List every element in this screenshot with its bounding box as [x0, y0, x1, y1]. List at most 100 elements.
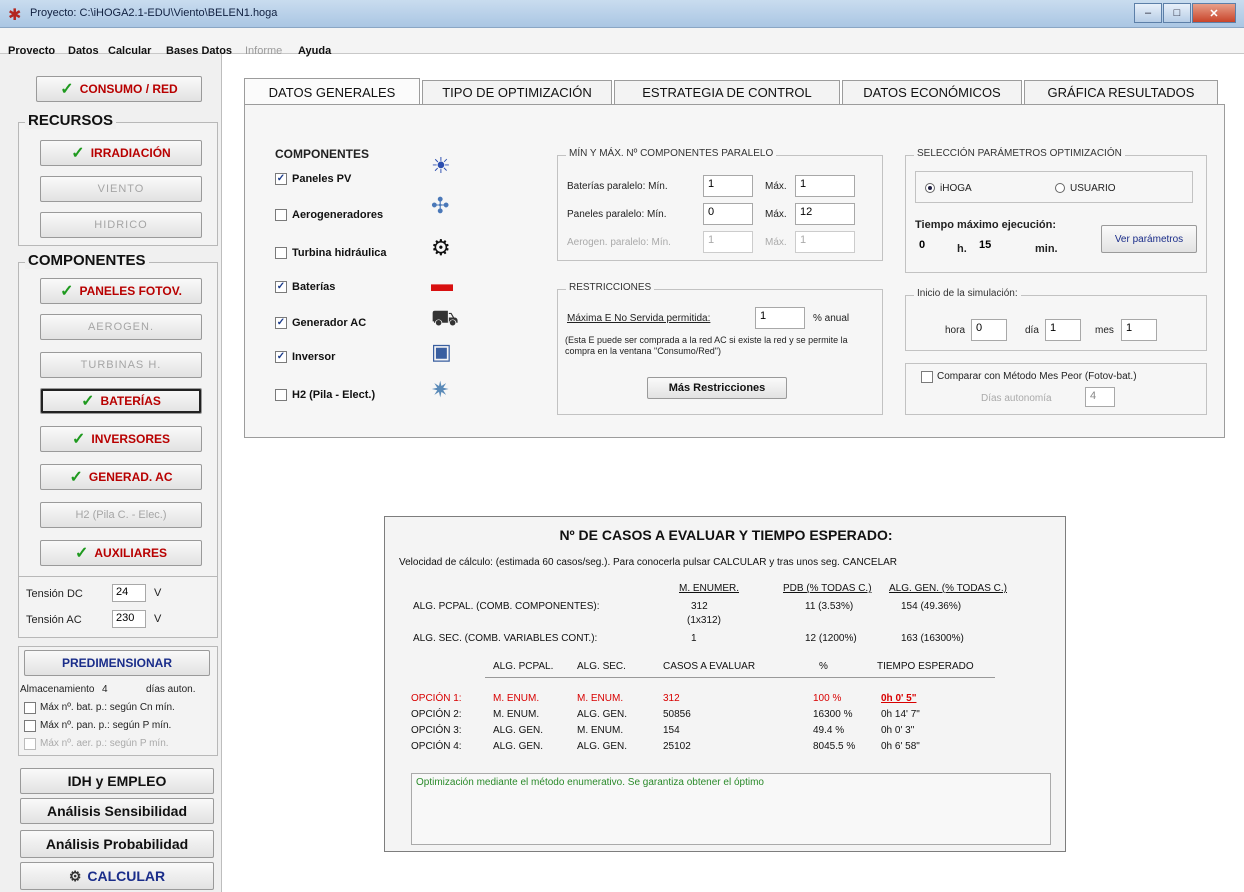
componente-inversor[interactable]: ✓ Inversor — [275, 351, 335, 363]
inversores-button[interactable]: ✓ INVERSORES — [40, 426, 202, 452]
datos-generales-panel: COMPONENTES ✓ Paneles PV Aerogeneradores … — [244, 104, 1225, 438]
inversor-checkbox[interactable]: ✓ — [275, 351, 287, 363]
baterias-button[interactable]: ✓ BATERÍAS — [40, 388, 202, 414]
consumo-red-button[interactable]: ✓ CONSUMO / RED — [36, 76, 202, 102]
almacenamiento-value[interactable]: 4 — [102, 684, 108, 695]
h2-label: H2 (Pila - Elect.) — [292, 389, 376, 401]
inverter-icon: ▣ — [431, 339, 452, 364]
turbinas-button[interactable]: TURBINAS H. — [40, 352, 202, 378]
tab-datos-generales[interactable]: DATOS GENERALES — [244, 78, 420, 105]
minutos-input[interactable]: 15 — [975, 237, 1013, 259]
close-button[interactable]: ✕ — [1192, 3, 1236, 23]
opt3-pct: 49.4 % — [813, 725, 845, 736]
dialog-shadow — [394, 852, 1054, 892]
comparar-label: Comparar con Método Mes Peor (Fotov-bat.… — [937, 371, 1137, 382]
baterias-checkbox[interactable]: ✓ — [275, 281, 287, 293]
row2-alg-gen: 163 (16300%) — [901, 633, 964, 644]
paralelo-title: MÍN Y MÁX. Nº COMPONENTES PARALELO — [566, 148, 777, 159]
usuario-radio-dot — [1055, 183, 1065, 194]
dias-autonomia-input: 4 — [1085, 387, 1115, 407]
componente-turbina[interactable]: Turbina hidráulica — [275, 247, 387, 259]
generador-label: Generador AC — [292, 317, 367, 329]
calcular-button[interactable]: ⚙ CALCULAR — [20, 862, 214, 890]
pan-paralelo-label: Paneles paralelo: Mín. — [567, 209, 667, 220]
ens-label: Máxima E No Servida permitida: — [567, 313, 711, 324]
menu-bar: Proyecto Datos Calcular Bases Datos Info… — [0, 28, 1244, 57]
bat-max-input[interactable]: 1 — [795, 175, 855, 197]
opt4-a: ALG. GEN. — [493, 741, 544, 752]
generador-checkbox[interactable]: ✓ — [275, 317, 287, 329]
sidebar: ✓ CONSUMO / RED RECURSOS ✓ IRRADIACIÓN VIE… — [0, 54, 222, 892]
tension-ac-unit: V — [154, 613, 162, 625]
minimize-button[interactable]: – — [1134, 3, 1162, 23]
hidrico-button[interactable]: HIDRICO — [40, 212, 202, 238]
ens-input[interactable]: 1 — [755, 307, 805, 329]
tab-tipo-optimizacion[interactable]: TIPO DE OPTIMIZACIÓN — [422, 80, 612, 104]
baterias-comp-label: Baterías — [292, 281, 336, 293]
h2-checkbox[interactable] — [275, 389, 287, 401]
tension-ac-label: Tensión AC — [26, 614, 82, 626]
aerogen-button[interactable]: AEROGEN. — [40, 314, 202, 340]
horas-unit: h. — [957, 243, 967, 255]
ihoga-radio[interactable]: iHOGA — [925, 183, 972, 194]
ens-note: (Esta E puede ser comprada a la red AC s… — [565, 335, 848, 356]
dia-input[interactable]: 1 — [1045, 319, 1081, 341]
paneles-label: Paneles PV — [292, 173, 352, 185]
componente-baterias[interactable]: ✓ Baterías — [275, 281, 335, 293]
horas-input[interactable]: 0 — [915, 237, 953, 259]
tab-grafica-resultados[interactable]: GRÁFICA RESULTADOS — [1024, 80, 1218, 104]
recursos-title: RECURSOS — [25, 112, 117, 129]
mas-restricciones-button[interactable]: Más Restricciones — [647, 377, 787, 399]
generad-ac-label: GENERAD. AC — [88, 470, 173, 484]
max-pan-checkbox[interactable] — [24, 720, 36, 732]
tension-dc-label: Tensión DC — [26, 588, 83, 600]
componente-h2[interactable]: H2 (Pila - Elect.) — [275, 389, 375, 401]
opt-header-pcpal: ALG. PCPAL. — [493, 661, 554, 672]
predimensionar-button[interactable]: PREDIMENSIONAR — [24, 650, 210, 676]
irradiacion-button[interactable]: ✓ IRRADIACIÓN — [40, 140, 202, 166]
usuario-radio[interactable]: USUARIO — [1055, 183, 1116, 194]
pan-max-input[interactable]: 12 — [795, 203, 855, 225]
hydrogen-icon: ✷ — [431, 377, 450, 402]
tension-dc-unit: V — [154, 587, 162, 599]
max-bat-checkbox[interactable] — [24, 702, 36, 714]
auxiliares-button[interactable]: ✓ AUXILIARES — [40, 540, 202, 566]
tab-datos-economicos[interactable]: DATOS ECONÓMICOS — [842, 80, 1022, 104]
generad-ac-button[interactable]: ✓ GENERAD. AC — [40, 464, 202, 490]
idh-empleo-button[interactable]: IDH y EMPLEO — [20, 768, 214, 794]
row1-pdb: 11 (3.53%) — [805, 601, 854, 612]
h2-button[interactable]: H2 (Pila C. - Elec.) — [40, 502, 202, 528]
componente-generador[interactable]: ✓ Generador AC — [275, 317, 366, 329]
menu-ayuda[interactable]: Ayuda — [298, 45, 331, 57]
paneles-fotov-button[interactable]: ✓ PANELES FOTOV. — [40, 278, 202, 304]
tab-estrategia-control[interactable]: ESTRATEGIA DE CONTROL — [614, 80, 840, 104]
bat-min-input[interactable]: 1 — [703, 175, 753, 197]
pan-max-label: Máx. — [765, 209, 787, 220]
aerogeneradores-checkbox[interactable] — [275, 209, 287, 221]
max-pan-label: Máx nº. pan. p.: según P mín. — [40, 720, 172, 731]
analisis-probabilidad-button[interactable]: Análisis Probabilidad — [20, 830, 214, 858]
mes-label: mes — [1095, 325, 1114, 336]
hora-input[interactable]: 0 — [971, 319, 1007, 341]
paneles-checkbox[interactable]: ✓ — [275, 173, 287, 185]
maximize-button[interactable]: □ — [1163, 3, 1191, 23]
pan-min-input[interactable]: 0 — [703, 203, 753, 225]
componente-aerogeneradores[interactable]: Aerogeneradores — [275, 209, 383, 221]
tension-dc-input[interactable]: 24 — [112, 584, 146, 602]
auxiliares-label: AUXILIARES — [94, 546, 168, 560]
check-icon: ✓ — [60, 81, 74, 98]
row2-enumer: 1 — [691, 633, 697, 644]
ver-parametros-button[interactable]: Ver parámetros — [1101, 225, 1197, 253]
comparar-checkbox[interactable] — [921, 371, 933, 383]
mes-input[interactable]: 1 — [1121, 319, 1157, 341]
row2-pdb: 12 (1200%) — [805, 633, 857, 644]
max-bat-label: Máx nº. bat. p.: según Cn mín. — [40, 702, 175, 713]
componentes-title: COMPONENTES — [25, 252, 149, 269]
viento-button[interactable]: VIENTO — [40, 176, 202, 202]
componente-paneles[interactable]: ✓ Paneles PV — [275, 173, 351, 185]
tension-ac-input[interactable]: 230 — [112, 610, 146, 628]
turbina-checkbox[interactable] — [275, 247, 287, 259]
opt1-tiempo: 0h 0' 5" — [881, 693, 917, 704]
opt4-pct: 8045.5 % — [813, 741, 856, 752]
analisis-sensibilidad-button[interactable]: Análisis Sensibilidad — [20, 798, 214, 824]
